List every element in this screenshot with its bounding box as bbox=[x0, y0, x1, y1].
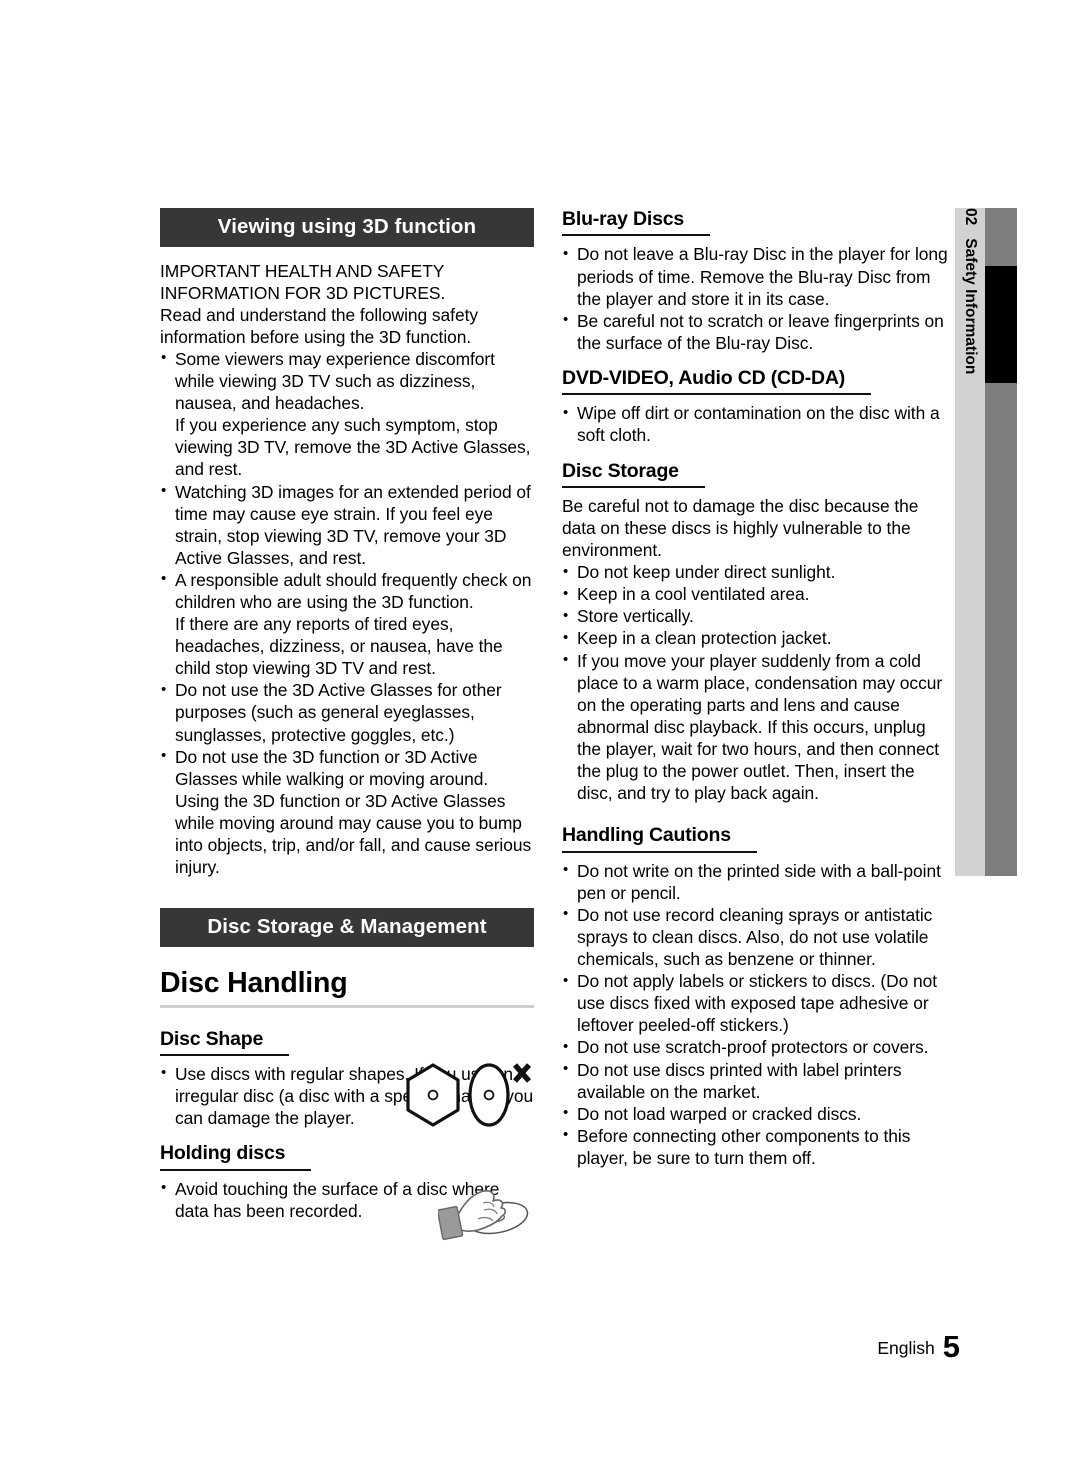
disc-shape-block: Use discs with regular shapes. If you us… bbox=[160, 1062, 534, 1129]
list-item: Wipe off dirt or contamination on the di… bbox=[562, 402, 952, 446]
list-item: Keep in a cool ventilated area. bbox=[562, 583, 952, 605]
hexagon-disc-icon bbox=[406, 1063, 460, 1127]
bullet-list-disc-storage: Do not keep under direct sunlight. Keep … bbox=[562, 561, 952, 804]
list-item: Do not use the 3D function or 3D Active … bbox=[160, 745, 534, 879]
hand-holding-disc-figure bbox=[436, 1182, 534, 1253]
list-item: Do not use record cleaning sprays or ant… bbox=[562, 903, 952, 970]
oval-disc-icon bbox=[468, 1063, 510, 1127]
chapter-side-tab: 02 Safety Information bbox=[955, 208, 1017, 876]
subheading-holding-discs: Holding discs bbox=[160, 1142, 312, 1171]
page-footer: English 5 bbox=[877, 1329, 960, 1365]
irregular-disc-shapes-figure bbox=[403, 1061, 533, 1140]
side-tab-chapter-number: 02 bbox=[962, 208, 979, 226]
subheading-disc-storage: Disc Storage bbox=[562, 460, 705, 488]
side-tab-chapter-marker bbox=[985, 266, 1017, 383]
list-item: Before connecting other components to th… bbox=[562, 1124, 952, 1169]
bullet-text: Keep in a cool ventilated area. bbox=[577, 584, 810, 605]
bullet-continuation: If you experience any such symptom, stop… bbox=[175, 415, 531, 480]
list-item: Do not use the 3D Active Glasses for oth… bbox=[160, 679, 534, 745]
list-item: Do not write on the printed side with a … bbox=[562, 859, 952, 904]
list-item: If you move your player suddenly from a … bbox=[562, 649, 952, 805]
bullet-list-handling-cautions: Do not write on the printed side with a … bbox=[562, 859, 952, 1169]
heading-rule bbox=[160, 1004, 534, 1008]
bullet-text: Keep in a clean protection jacket. bbox=[577, 628, 832, 649]
subheading-handling-cautions: Handling Cautions bbox=[562, 824, 757, 853]
bullet-text: Watching 3D images for an extended perio… bbox=[175, 481, 531, 568]
subheading-disc-shape: Disc Shape bbox=[160, 1028, 290, 1056]
bullet-text: Before connecting other components to th… bbox=[577, 1125, 911, 1168]
bullet-text: Store vertically. bbox=[577, 606, 694, 627]
hand-holding-disc-icon bbox=[436, 1189, 529, 1240]
bullet-list-dvd: Wipe off dirt or contamination on the di… bbox=[562, 402, 952, 446]
list-item: A responsible adult should frequently ch… bbox=[160, 568, 534, 679]
list-item: Watching 3D images for an extended perio… bbox=[160, 480, 534, 569]
bullet-text: Do not use the 3D function or 3D Active … bbox=[175, 746, 532, 878]
bullet-text: Do not use scratch-proof protectors or c… bbox=[577, 1037, 929, 1058]
list-item: Be careful not to scratch or leave finge… bbox=[562, 309, 952, 354]
bullet-text: Do not use discs printed with label prin… bbox=[577, 1059, 902, 1102]
bullet-text: Be careful not to scratch or leave finge… bbox=[577, 310, 944, 353]
intro-paragraph-health-safety: IMPORTANT HEALTH AND SAFETY INFORMATION … bbox=[160, 260, 446, 303]
left-column: Viewing using 3D function IMPORTANT HEAL… bbox=[160, 208, 534, 1240]
list-item: Some viewers may experience discomfort w… bbox=[160, 347, 534, 481]
bullet-text: A responsible adult should frequently ch… bbox=[175, 569, 532, 612]
list-item: Do not load warped or cracked discs. bbox=[562, 1102, 952, 1125]
bullet-text: Do not keep under direct sunlight. bbox=[577, 562, 836, 583]
side-tab-chapter-title: Safety Information bbox=[962, 238, 979, 375]
footer-language-label: English bbox=[877, 1338, 935, 1358]
manual-page: Viewing using 3D function IMPORTANT HEAL… bbox=[0, 0, 1080, 1477]
bullet-text: Do not apply labels or stickers to discs… bbox=[577, 971, 938, 1036]
section-banner-disc-storage-management: Disc Storage & Management bbox=[160, 908, 534, 947]
bullet-list-bluray: Do not leave a Blu-ray Disc in the playe… bbox=[562, 243, 952, 353]
bullet-text: Do not use the 3D Active Glasses for oth… bbox=[175, 680, 502, 745]
bullet-text: Do not use record cleaning sprays or ant… bbox=[577, 904, 933, 970]
subheading-bluray-discs: Blu-ray Discs bbox=[562, 208, 711, 237]
bullet-text: Do not load warped or cracked discs. bbox=[577, 1103, 862, 1124]
list-item: Do not keep under direct sunlight. bbox=[562, 561, 952, 583]
bullet-text: Do not leave a Blu-ray Disc in the playe… bbox=[577, 244, 948, 309]
bullet-continuation: If there are any reports of tired eyes, … bbox=[175, 614, 503, 679]
bullet-text: Wipe off dirt or contamination on the di… bbox=[577, 403, 940, 446]
holding-discs-block: Avoid touching the surface of a disc whe… bbox=[160, 1177, 534, 1240]
disc-storage-intro-paragraph: Be careful not to damage the disc becaus… bbox=[562, 495, 919, 561]
cross-mark-icon bbox=[512, 1063, 532, 1083]
bullet-text: If you move your player suddenly from a … bbox=[577, 650, 943, 804]
footer-page-number: 5 bbox=[942, 1329, 960, 1364]
list-item: Keep in a clean protection jacket. bbox=[562, 627, 952, 649]
list-item: Do not use scratch-proof protectors or c… bbox=[562, 1036, 952, 1058]
list-item: Do not apply labels or stickers to discs… bbox=[562, 970, 952, 1036]
subheading-dvd-video-audio-cd: DVD-VIDEO, Audio CD (CD-DA) bbox=[562, 367, 872, 396]
bullet-text: Some viewers may experience discomfort w… bbox=[175, 348, 495, 414]
bullet-text: Do not write on the printed side with a … bbox=[577, 860, 941, 903]
side-tab-label: 02 Safety Information bbox=[955, 208, 985, 876]
section-banner-3d-function: Viewing using 3D function bbox=[160, 208, 534, 247]
right-column: Blu-ray Discs Do not leave a Blu-ray Dis… bbox=[562, 208, 952, 1169]
list-item: Do not leave a Blu-ray Disc in the playe… bbox=[562, 243, 952, 309]
list-item: Do not use discs printed with label prin… bbox=[562, 1058, 952, 1103]
list-item: Store vertically. bbox=[562, 605, 952, 627]
bullet-list-3d-safety: Some viewers may experience discomfort w… bbox=[160, 347, 534, 879]
page-title-disc-handling: Disc Handling bbox=[160, 966, 348, 999]
intro-paragraph-read-understand: Read and understand the following safety… bbox=[160, 304, 479, 347]
